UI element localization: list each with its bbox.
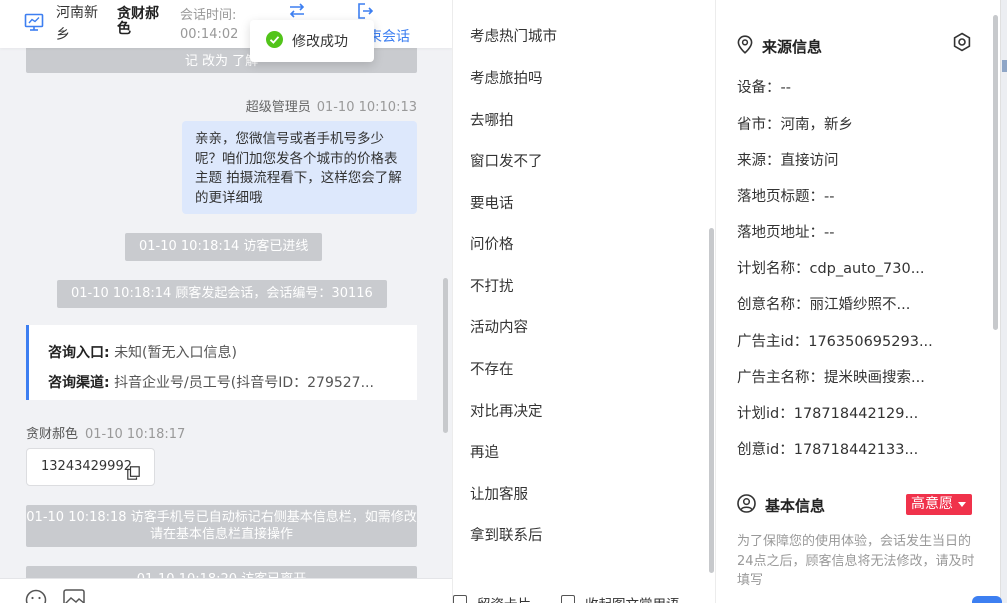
- floating-action-button[interactable]: [972, 596, 1002, 603]
- edge-marker: [1002, 60, 1007, 72]
- chat-scrollbar[interactable]: [443, 278, 448, 433]
- session-time-value: 00:14:02: [180, 27, 239, 42]
- agent-name: 超级管理员: [245, 100, 311, 115]
- visitor-sender-line: 贪财郝色 01-10 10:18:17: [26, 423, 185, 442]
- visitor-name: 贪财郝色: [117, 6, 159, 37]
- success-toast: 修改成功: [250, 20, 374, 62]
- visitor-message-time: 01-10 10:18:17: [85, 427, 186, 442]
- field-plan-id: 计划id：178718442129...: [737, 406, 919, 422]
- basic-info-header: 基本信息: [737, 494, 825, 517]
- phone-number: 13243429992: [41, 459, 132, 474]
- field-device: 设备：--: [737, 80, 791, 96]
- quick-reply-item[interactable]: 窗口发不了: [470, 150, 543, 171]
- end-session-button[interactable]: 束会话: [368, 26, 410, 46]
- system-message-entered: 01-10 10:18:14 访客已进线: [125, 233, 323, 261]
- consult-channel-row: 咨询渠道: 抖音企业号/员工号(抖音号ID：279527...: [48, 368, 408, 398]
- field-province-city: 省市：河南，新乡: [737, 117, 853, 133]
- quick-reply-item[interactable]: 对比再决定: [470, 400, 543, 421]
- intent-level-label: 高意愿: [911, 496, 953, 512]
- quick-reply-item[interactable]: 拿到联系后: [470, 524, 543, 545]
- consult-channel-value: 抖音企业号/员工号(抖音号ID：279527...: [114, 375, 374, 391]
- quick-reply-item[interactable]: 考虑热门城市: [470, 25, 557, 46]
- quick-reply-item[interactable]: 要电话: [470, 192, 514, 213]
- user-icon: [737, 494, 756, 517]
- consult-info-card: 咨询入口: 未知(暂无入口信息) 咨询渠道: 抖音企业号/员工号(抖音号ID：2…: [26, 325, 417, 400]
- field-advertiser-name: 广告主名称：提米映画搜索...: [737, 370, 925, 386]
- emoji-icon[interactable]: [25, 589, 47, 603]
- card-icon: [453, 595, 467, 603]
- field-landing-url: 落地页地址：--: [737, 225, 835, 241]
- session-time-label: 会话时间:: [180, 8, 237, 23]
- field-source: 来源：直接访问: [737, 153, 839, 169]
- monitor-icon: [24, 12, 44, 36]
- copy-icon[interactable]: [127, 459, 140, 495]
- consult-entry-label: 咨询入口:: [48, 345, 110, 361]
- quick-reply-item[interactable]: 让加客服: [470, 483, 528, 504]
- lead-card-label: 留资卡片: [477, 593, 531, 603]
- quick-reply-item[interactable]: 再追: [470, 441, 499, 462]
- quick-reply-item[interactable]: 不存在: [470, 358, 514, 379]
- agent-message-bubble: 亲亲，您微信号或者手机号多少呢？咱们加您发各个城市的价格表 主题 拍摄流程看下，…: [182, 121, 417, 214]
- customer-info-panel: 来源信息 设备：-- 省市：河南，新乡 来源：直接访问 落地页标题：-- 落地页…: [716, 0, 991, 603]
- field-landing-title: 落地页标题：--: [737, 189, 835, 205]
- collapse-phrases-button[interactable]: 收起图文常用语: [561, 593, 680, 603]
- chat-toolbar: [0, 578, 452, 603]
- quick-reply-panel: 考虑热门城市 考虑旅拍吗 去哪拍 窗口发不了 要电话 问价格 不打扰 活动内容 …: [452, 0, 716, 603]
- toast-message: 修改成功: [292, 34, 348, 50]
- caret-down-icon: [958, 502, 966, 507]
- info-panel-scrollbar[interactable]: [993, 15, 998, 330]
- agent-sender-line: 超级管理员 01-10 10:10:13: [246, 96, 417, 115]
- source-info-title: 来源信息: [762, 38, 823, 56]
- chat-header: 河南新乡 贪财郝色 会话时间: 00:14:02 束会话: [0, 0, 452, 48]
- quick-reply-item[interactable]: 问价格: [470, 233, 514, 254]
- basic-info-title: 基本信息: [765, 497, 826, 515]
- quick-reply-item[interactable]: 去哪拍: [470, 109, 514, 130]
- quick-reply-footer: 留资卡片 收起图文常用语: [453, 589, 715, 603]
- lead-card-button[interactable]: 留资卡片: [453, 593, 531, 603]
- collapse-icon: [561, 595, 575, 603]
- field-creative-name: 创意名称：丽江婚纱照不...: [737, 297, 911, 313]
- consult-channel-label: 咨询渠道:: [48, 375, 110, 391]
- consult-entry-row: 咨询入口: 未知(暂无入口信息): [48, 338, 408, 368]
- quick-reply-item[interactable]: 活动内容: [470, 316, 528, 337]
- basic-info-notice: 为了保障您的使用体验，会话发生当日的24点之后，顾客信息将无法修改，请及时填写: [737, 534, 975, 588]
- source-info-header: 来源信息: [737, 35, 822, 58]
- target-icon[interactable]: [952, 32, 972, 56]
- visitor-region: 河南新乡: [56, 5, 98, 43]
- agent-message-time: 01-10 10:10:13: [316, 100, 417, 115]
- system-message-auto-mark: 01-10 10:18:18 访客手机号已自动标记右侧基本信息栏，如需修改请在基…: [26, 505, 417, 547]
- window-edge-strip: [1000, 0, 1007, 603]
- field-creative-id: 创意id：178718442133...: [737, 442, 919, 458]
- image-icon[interactable]: [63, 589, 85, 603]
- collapse-phrases-label: 收起图文常用语: [585, 593, 680, 603]
- visitor-sender-name: 贪财郝色: [26, 427, 79, 442]
- quick-reply-item[interactable]: 不打扰: [470, 275, 514, 296]
- chat-pane: 河南新乡 贪财郝色 会话时间: 00:14:02 束会话 修改成功 记 改为 了…: [0, 0, 452, 603]
- quick-reply-item[interactable]: 考虑旅拍吗: [470, 67, 543, 88]
- visitor-phone-message[interactable]: 13243429992: [26, 448, 155, 486]
- location-icon: [737, 35, 753, 58]
- field-plan-name: 计划名称：cdp_auto_730...: [737, 261, 925, 277]
- check-circle-icon: [266, 30, 283, 52]
- system-message-session: 01-10 10:18:14 顾客发起会话，会话编号：30116: [57, 280, 387, 308]
- intent-level-dropdown[interactable]: 高意愿: [906, 494, 972, 515]
- field-advertiser-id: 广告主id：176350695293...: [737, 334, 933, 350]
- consult-entry-value: 未知(暂无入口信息): [114, 345, 237, 361]
- quick-reply-scrollbar[interactable]: [709, 228, 714, 573]
